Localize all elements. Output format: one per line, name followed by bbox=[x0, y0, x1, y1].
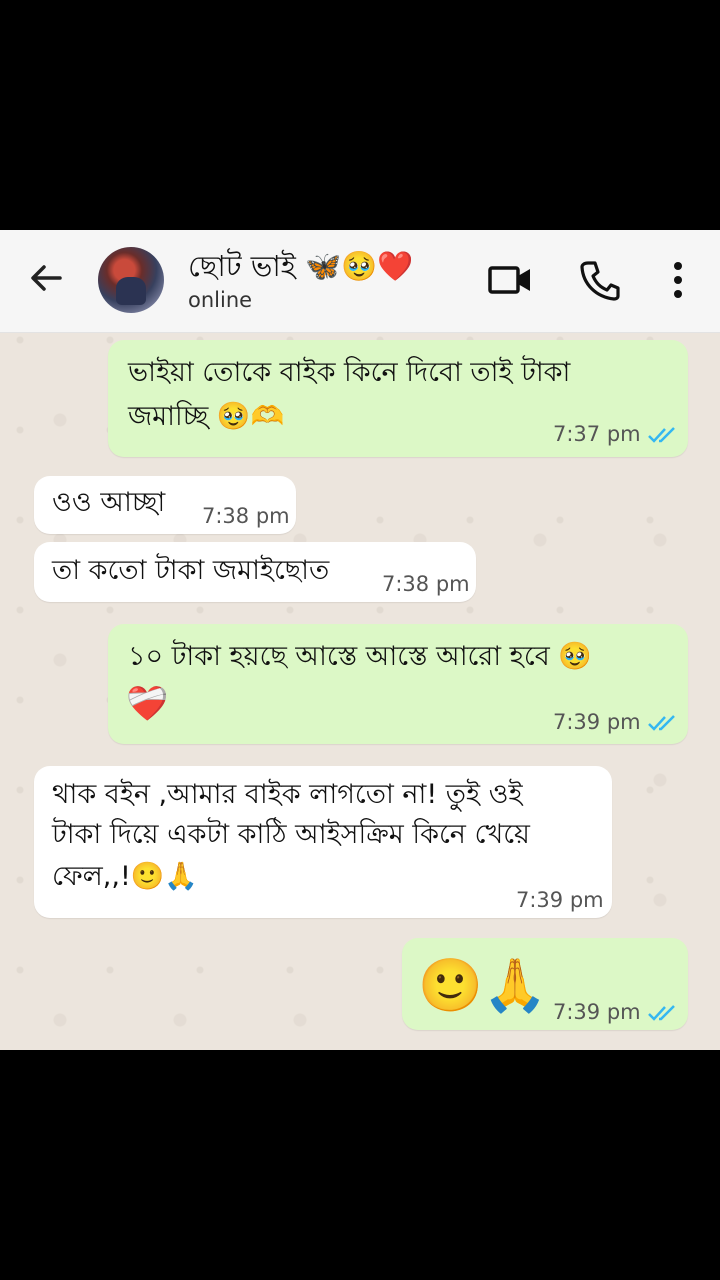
message-time-label: 7:37 pm bbox=[553, 422, 641, 446]
read-receipt-icon bbox=[647, 427, 675, 443]
message-time: 7:39 pm bbox=[553, 710, 677, 734]
contact-status: online bbox=[188, 288, 253, 312]
message-time: 7:39 pm bbox=[553, 1000, 677, 1024]
message-bubble-incoming[interactable]: থাক বইন ,আমার বাইক লাগতো না! তুই ওই টাকা… bbox=[34, 766, 612, 918]
read-receipt-icon bbox=[647, 1005, 675, 1021]
message-bubble-incoming[interactable]: তা কতো টাকা জমাইছোত 7:38 pm bbox=[34, 542, 476, 602]
message-text: ❤️‍🩹 bbox=[126, 684, 169, 724]
contact-name[interactable]: ছোট ভাই 🦋🥹❤️ bbox=[188, 244, 413, 293]
message-bubble-outgoing[interactable]: ভাইয়া তোকে বাইক কিনে দিবো তাই টাকা জমাচ… bbox=[108, 340, 688, 457]
back-arrow-icon[interactable] bbox=[24, 256, 68, 300]
chat-screen: ছোট ভাই 🦋🥹❤️ online ভাইয়া তোকে বাইক কিন… bbox=[0, 230, 720, 1050]
chat-header: ছোট ভাই 🦋🥹❤️ online bbox=[0, 230, 720, 333]
avatar[interactable] bbox=[98, 247, 164, 313]
message-time: 7:37 pm bbox=[553, 422, 677, 446]
message-text: জমাচ্ছি 🥹🫶 bbox=[128, 401, 285, 432]
message-text: ১০ টাকা হয়ছে আস্তে আস্তে আরো হবে 🥹 bbox=[128, 641, 592, 672]
message-time: 7:38 pm bbox=[382, 572, 470, 596]
message-time: 7:39 pm bbox=[516, 888, 604, 912]
read-receipt-icon bbox=[647, 715, 675, 731]
video-call-icon[interactable] bbox=[487, 258, 533, 302]
message-text: 🙂🙏 bbox=[418, 956, 548, 1016]
message-time: 7:38 pm bbox=[202, 504, 290, 528]
more-vert-icon[interactable] bbox=[666, 258, 690, 302]
message-bubble-outgoing[interactable]: ১০ টাকা হয়ছে আস্তে আস্তে আরো হবে 🥹 ❤️‍🩹… bbox=[108, 624, 688, 744]
message-text: ওও আচ্ছা bbox=[52, 487, 166, 518]
message-time-label: 7:39 pm bbox=[553, 1000, 641, 1024]
message-text: তা কতো টাকা জমাইছোত bbox=[52, 555, 330, 586]
phone-call-icon[interactable] bbox=[578, 258, 622, 302]
message-time-label: 7:39 pm bbox=[553, 710, 641, 734]
message-text: ভাইয়া তোকে বাইক কিনে দিবো তাই টাকা bbox=[128, 357, 571, 388]
message-bubble-outgoing[interactable]: 🙂🙏 7:39 pm bbox=[402, 938, 688, 1030]
message-text: থাক বইন ,আমার বাইক লাগতো না! তুই ওই bbox=[52, 779, 523, 810]
message-text: টাকা দিয়ে একটা কাঠি আইসক্রিম কিনে খেয়ে bbox=[52, 819, 530, 850]
message-text: ফেল,,!🙂🙏 bbox=[52, 861, 199, 892]
message-bubble-incoming[interactable]: ওও আচ্ছা 7:38 pm bbox=[34, 476, 296, 534]
